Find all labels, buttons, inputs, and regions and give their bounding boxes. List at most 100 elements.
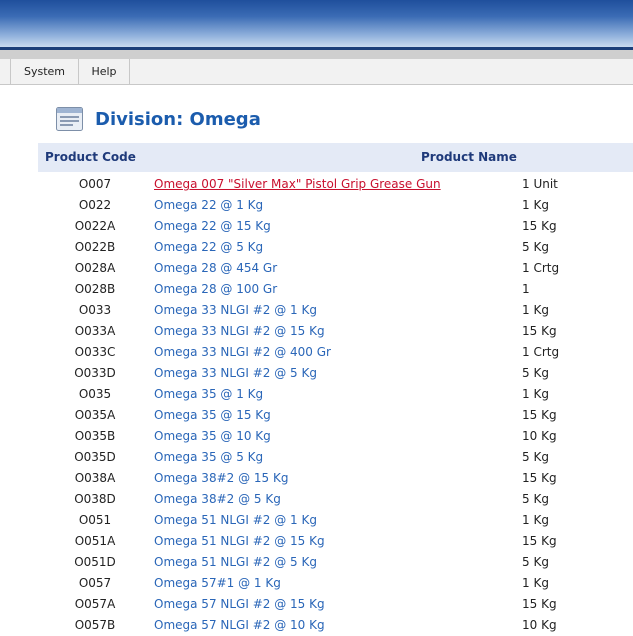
column-header-product-code: Product Code	[45, 150, 136, 164]
product-code: O038A	[74, 471, 116, 485]
product-unit: 1 Crtg	[522, 345, 560, 359]
product-unit: 1 Kg	[522, 576, 549, 590]
product-unit: 1 Kg	[522, 198, 549, 212]
table-row: O033A Omega 33 NLGI #2 @ 15 Kg 15 Kg	[0, 321, 633, 342]
product-code: O033C	[74, 345, 116, 359]
product-code: O057B	[74, 618, 116, 632]
product-unit: 10 Kg	[522, 429, 557, 443]
table-row: O057 Omega 57#1 @ 1 Kg 1 Kg	[0, 573, 633, 594]
product-name-link[interactable]: Omega 33 NLGI #2 @ 15 Kg	[154, 321, 325, 342]
product-code: O051	[78, 513, 112, 527]
table-row: O022B Omega 22 @ 5 Kg 5 Kg	[0, 237, 633, 258]
product-unit: 5 Kg	[522, 450, 549, 464]
product-name-link[interactable]: Omega 38#2 @ 5 Kg	[154, 489, 281, 510]
banner-strip	[0, 50, 633, 59]
product-code: O035B	[74, 429, 116, 443]
product-code: O035	[78, 387, 112, 401]
product-code: O007	[78, 177, 112, 191]
product-code: O028A	[74, 261, 116, 275]
page-title: Division: Omega	[95, 109, 261, 130]
product-unit: 1 Crtg	[522, 261, 560, 275]
product-name-link[interactable]: Omega 007 "Silver Max" Pistol Grip Greas…	[154, 174, 441, 195]
menu-system[interactable]: System	[11, 59, 79, 84]
product-unit: 15 Kg	[522, 324, 557, 338]
product-unit: 15 Kg	[522, 597, 557, 611]
product-name-link[interactable]: Omega 57#1 @ 1 Kg	[154, 573, 281, 594]
product-code: O051D	[74, 555, 116, 569]
product-code: O022B	[74, 240, 116, 254]
product-code: O022A	[74, 219, 116, 233]
product-unit: 1 Unit	[522, 177, 558, 191]
product-code: O033	[78, 303, 112, 317]
product-name-link[interactable]: Omega 57 NLGI #2 @ 15 Kg	[154, 594, 325, 615]
product-name-link[interactable]: Omega 51 NLGI #2 @ 15 Kg	[154, 531, 325, 552]
table-row: O033D Omega 33 NLGI #2 @ 5 Kg 5 Kg	[0, 363, 633, 384]
table-row: O022 Omega 22 @ 1 Kg 1 Kg	[0, 195, 633, 216]
product-name-link[interactable]: Omega 22 @ 15 Kg	[154, 216, 271, 237]
product-unit: 15 Kg	[522, 408, 557, 422]
product-name-link[interactable]: Omega 33 NLGI #2 @ 400 Gr	[154, 342, 331, 363]
product-name-link[interactable]: Omega 35 @ 5 Kg	[154, 447, 263, 468]
product-unit: 1	[522, 282, 530, 296]
table-row: O057A Omega 57 NLGI #2 @ 15 Kg 15 Kg	[0, 594, 633, 615]
table-row: O035B Omega 35 @ 10 Kg 10 Kg	[0, 426, 633, 447]
product-name-link[interactable]: Omega 35 @ 1 Kg	[154, 384, 263, 405]
product-unit: 5 Kg	[522, 240, 549, 254]
table-row: O057B Omega 57 NLGI #2 @ 10 Kg 10 Kg	[0, 615, 633, 636]
product-unit: 1 Kg	[522, 303, 549, 317]
product-code: O035D	[74, 450, 116, 464]
product-name-link[interactable]: Omega 51 NLGI #2 @ 5 Kg	[154, 552, 317, 573]
product-code: O057A	[74, 597, 116, 611]
product-unit: 5 Kg	[522, 555, 549, 569]
product-unit: 5 Kg	[522, 366, 549, 380]
product-name-link[interactable]: Omega 57 NLGI #2 @ 10 Kg	[154, 615, 325, 636]
product-unit: 10 Kg	[522, 618, 557, 632]
product-unit: 1 Kg	[522, 387, 549, 401]
top-banner	[0, 0, 633, 47]
product-name-link[interactable]: Omega 35 @ 15 Kg	[154, 405, 271, 426]
table-row: O051D Omega 51 NLGI #2 @ 5 Kg 5 Kg	[0, 552, 633, 573]
table-row: O007 Omega 007 "Silver Max" Pistol Grip G…	[0, 174, 633, 195]
product-name-link[interactable]: Omega 51 NLGI #2 @ 1 Kg	[154, 510, 317, 531]
product-code: O033A	[74, 324, 116, 338]
table-row: O035 Omega 35 @ 1 Kg 1 Kg	[0, 384, 633, 405]
product-unit: 15 Kg	[522, 219, 557, 233]
table-row: O022A Omega 22 @ 15 Kg 15 Kg	[0, 216, 633, 237]
table-row: O051 Omega 51 NLGI #2 @ 1 Kg 1 Kg	[0, 510, 633, 531]
product-name-link[interactable]: Omega 22 @ 1 Kg	[154, 195, 263, 216]
product-unit: 15 Kg	[522, 534, 557, 548]
product-code: O057	[78, 576, 112, 590]
product-code: O051A	[74, 534, 116, 548]
product-unit: 15 Kg	[522, 471, 557, 485]
product-name-link[interactable]: Omega 22 @ 5 Kg	[154, 237, 263, 258]
table-row: O038A Omega 38#2 @ 15 Kg 15 Kg	[0, 468, 633, 489]
product-name-link[interactable]: Omega 28 @ 454 Gr	[154, 258, 277, 279]
table-row: O038D Omega 38#2 @ 5 Kg 5 Kg	[0, 489, 633, 510]
product-name-link[interactable]: Omega 38#2 @ 15 Kg	[154, 468, 288, 489]
product-code: O035A	[74, 408, 116, 422]
menu-help[interactable]: Help	[79, 59, 130, 84]
product-unit: 5 Kg	[522, 492, 549, 506]
table-row: O033C Omega 33 NLGI #2 @ 400 Gr 1 Crtg	[0, 342, 633, 363]
product-table-body: O007 Omega 007 "Silver Max" Pistol Grip G…	[0, 174, 633, 636]
product-name-link[interactable]: Omega 28 @ 100 Gr	[154, 279, 277, 300]
product-name-link[interactable]: Omega 33 NLGI #2 @ 1 Kg	[154, 300, 317, 321]
product-unit: 1 Kg	[522, 513, 549, 527]
table-row: O051A Omega 51 NLGI #2 @ 15 Kg 15 Kg	[0, 531, 633, 552]
table-row: O033 Omega 33 NLGI #2 @ 1 Kg 1 Kg	[0, 300, 633, 321]
document-list-icon	[56, 107, 83, 131]
product-code: O038D	[74, 492, 116, 506]
product-name-link[interactable]: Omega 33 NLGI #2 @ 5 Kg	[154, 363, 317, 384]
product-name-link[interactable]: Omega 35 @ 10 Kg	[154, 426, 271, 447]
menu-bar: System Help	[0, 59, 633, 85]
column-header-product-name: Product Name	[421, 150, 517, 164]
table-row: O028B Omega 28 @ 100 Gr 1	[0, 279, 633, 300]
product-code: O022	[78, 198, 112, 212]
product-code: O028B	[74, 282, 116, 296]
table-row: O035D Omega 35 @ 5 Kg 5 Kg	[0, 447, 633, 468]
menu-spacer	[0, 59, 11, 84]
product-code: O033D	[74, 366, 116, 380]
table-header: Product Code Product Name	[38, 143, 633, 172]
table-row: O035A Omega 35 @ 15 Kg 15 Kg	[0, 405, 633, 426]
table-row: O028A Omega 28 @ 454 Gr 1 Crtg	[0, 258, 633, 279]
